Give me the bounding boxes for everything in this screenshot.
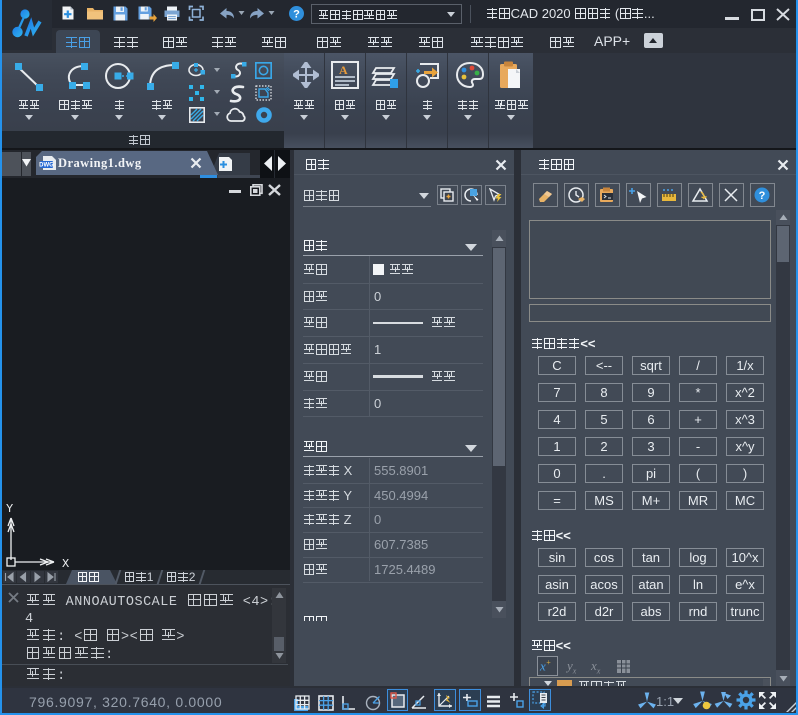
- svg-text:A: A: [339, 63, 348, 77]
- svg-text:DWG: DWG: [39, 163, 54, 169]
- svg-text:?: ?: [293, 8, 300, 20]
- svg-text:?: ?: [759, 190, 766, 202]
- svg-text:Y: Y: [6, 502, 13, 516]
- svg-text:X: X: [62, 557, 69, 568]
